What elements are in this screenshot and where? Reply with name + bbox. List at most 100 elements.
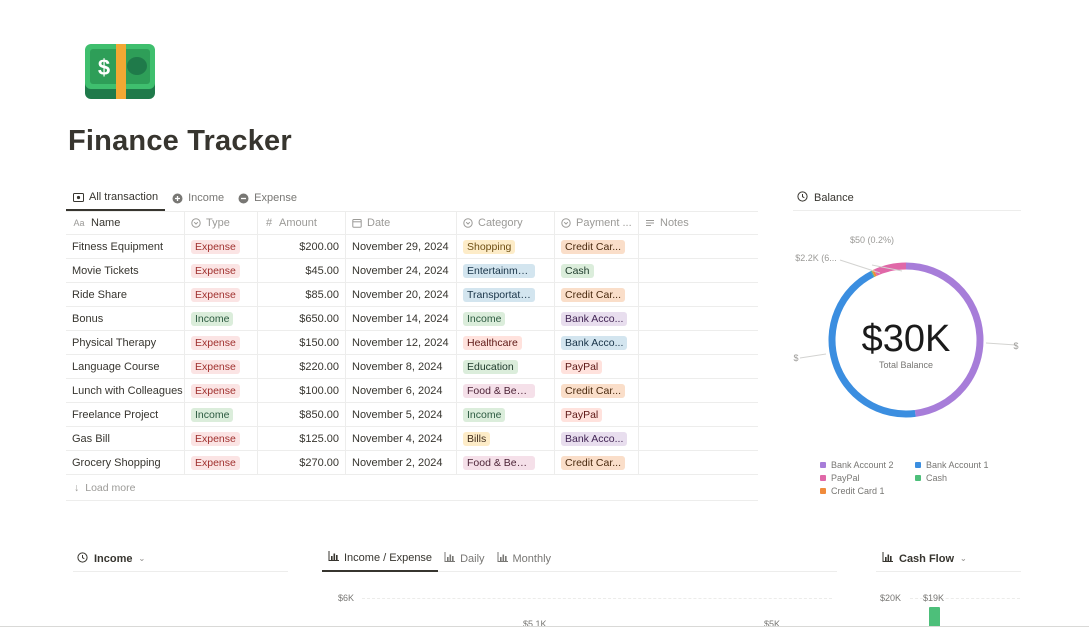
category-cell[interactable]: Education xyxy=(457,354,555,379)
name-cell[interactable]: Movie Tickets xyxy=(66,258,185,283)
type-cell[interactable]: Expense xyxy=(185,234,258,259)
payment-cell[interactable]: Cash xyxy=(555,258,639,283)
type-cell[interactable]: Income xyxy=(185,402,258,427)
amount-cell[interactable]: $270.00 xyxy=(258,450,346,475)
amount-cell[interactable]: $100.00 xyxy=(258,378,346,403)
type-cell[interactable]: Expense xyxy=(185,378,258,403)
type-cell[interactable]: Expense xyxy=(185,258,258,283)
column-header-date[interactable]: Date xyxy=(346,211,457,235)
name-cell[interactable]: Fitness Equipment xyxy=(66,234,185,259)
table-row[interactable]: Physical Therapy Expense $150.00 November 1… xyxy=(66,330,758,355)
table-row[interactable]: Bonus Income $650.00 November 14, 2024 Incom… xyxy=(66,306,758,331)
column-header-amount[interactable]: # Amount xyxy=(258,211,346,235)
amount-cell[interactable]: $200.00 xyxy=(258,234,346,259)
legend-item[interactable]: Bank Account 2 xyxy=(820,460,915,470)
category-cell[interactable]: Entertainment xyxy=(457,258,555,283)
cash-flow-chart-header[interactable]: Cash Flow ⌄ xyxy=(876,546,1021,572)
type-cell[interactable]: Expense xyxy=(185,330,258,355)
amount-cell[interactable]: $85.00 xyxy=(258,282,346,307)
table-row[interactable]: Movie Tickets Expense $45.00 November 24, 2… xyxy=(66,258,758,283)
type-cell[interactable]: Expense xyxy=(185,282,258,307)
name-cell[interactable]: Grocery Shopping xyxy=(66,450,185,475)
legend-item[interactable]: Cash xyxy=(915,473,1010,483)
amount-cell[interactable]: $650.00 xyxy=(258,306,346,331)
payment-cell[interactable]: Bank Acco... xyxy=(555,306,639,331)
column-header-category[interactable]: Category xyxy=(457,211,555,235)
name-cell[interactable]: Physical Therapy xyxy=(66,330,185,355)
type-cell[interactable]: Expense xyxy=(185,426,258,451)
notes-cell[interactable] xyxy=(639,235,758,259)
table-row[interactable]: Fitness Equipment Expense $200.00 November … xyxy=(66,234,758,259)
notes-cell[interactable] xyxy=(639,283,758,307)
amount-cell[interactable]: $850.00 xyxy=(258,402,346,427)
balance-chart-header[interactable]: Balance xyxy=(793,185,1021,211)
name-cell[interactable]: Gas Bill xyxy=(66,426,185,451)
type-cell[interactable]: Expense xyxy=(185,354,258,379)
notes-cell[interactable] xyxy=(639,379,758,403)
name-cell[interactable]: Bonus xyxy=(66,306,185,331)
tab-all-transaction[interactable]: All transaction xyxy=(66,185,166,211)
date-cell[interactable]: November 5, 2024 xyxy=(346,402,457,427)
notes-cell[interactable] xyxy=(639,307,758,331)
tab-income-expense[interactable]: Income / Expense xyxy=(322,546,439,572)
legend-item[interactable]: Bank Account 1 xyxy=(915,460,1010,470)
name-cell[interactable]: Language Course xyxy=(66,354,185,379)
notes-cell[interactable] xyxy=(639,259,758,283)
table-row[interactable]: Lunch with Colleagues Expense $100.00 Novem… xyxy=(66,378,758,403)
table-row[interactable]: Freelance Project Income $850.00 November 5… xyxy=(66,402,758,427)
donut-slice[interactable] xyxy=(871,269,877,277)
category-cell[interactable]: Income xyxy=(457,402,555,427)
category-cell[interactable]: Shopping xyxy=(457,234,555,259)
notes-cell[interactable] xyxy=(639,331,758,355)
date-cell[interactable]: November 8, 2024 xyxy=(346,354,457,379)
date-cell[interactable]: November 29, 2024 xyxy=(346,234,457,259)
category-cell[interactable]: Income xyxy=(457,306,555,331)
amount-cell[interactable]: $150.00 xyxy=(258,330,346,355)
table-row[interactable]: Language Course Expense $220.00 November 8,… xyxy=(66,354,758,379)
legend-item[interactable]: Credit Card 1 xyxy=(820,486,915,496)
table-row[interactable]: Ride Share Expense $85.00 November 20, 2024… xyxy=(66,282,758,307)
payment-cell[interactable]: PayPal xyxy=(555,402,639,427)
column-header-notes[interactable]: Notes xyxy=(639,211,758,235)
notes-cell[interactable] xyxy=(639,355,758,379)
name-cell[interactable]: Freelance Project xyxy=(66,402,185,427)
date-cell[interactable]: November 20, 2024 xyxy=(346,282,457,307)
date-cell[interactable]: November 4, 2024 xyxy=(346,426,457,451)
name-cell[interactable]: Lunch with Colleagues xyxy=(66,378,185,403)
type-cell[interactable]: Expense xyxy=(185,450,258,475)
category-cell[interactable]: Healthcare xyxy=(457,330,555,355)
category-cell[interactable]: Bills xyxy=(457,426,555,451)
category-cell[interactable]: Food & Bever... xyxy=(457,450,555,475)
income-chart-header[interactable]: Income ⌄ xyxy=(73,546,288,572)
load-more-button[interactable]: ↓ Load more xyxy=(66,475,758,501)
payment-cell[interactable]: PayPal xyxy=(555,354,639,379)
column-header-type[interactable]: Type xyxy=(185,211,258,235)
payment-cell[interactable]: Credit Car... xyxy=(555,282,639,307)
payment-cell[interactable]: Bank Acco... xyxy=(555,330,639,355)
notes-cell[interactable] xyxy=(639,427,758,451)
date-cell[interactable]: November 6, 2024 xyxy=(346,378,457,403)
dollar-banknote-icon[interactable]: $ xyxy=(85,44,155,99)
date-cell[interactable]: November 14, 2024 xyxy=(346,306,457,331)
column-header-name[interactable]: Aa Name xyxy=(66,211,185,235)
category-cell[interactable]: Food & Bever... xyxy=(457,378,555,403)
legend-item[interactable]: PayPal xyxy=(820,473,915,483)
date-cell[interactable]: November 24, 2024 xyxy=(346,258,457,283)
payment-cell[interactable]: Credit Car... xyxy=(555,378,639,403)
payment-cell[interactable]: Credit Car... xyxy=(555,450,639,475)
date-cell[interactable]: November 2, 2024 xyxy=(346,450,457,475)
amount-cell[interactable]: $125.00 xyxy=(258,426,346,451)
notes-cell[interactable] xyxy=(639,403,758,427)
table-row[interactable]: Grocery Shopping Expense $270.00 November 2… xyxy=(66,450,758,475)
table-row[interactable]: Gas Bill Expense $125.00 November 4, 2024 Bi… xyxy=(66,426,758,451)
tab-income[interactable]: Income xyxy=(165,185,231,211)
payment-cell[interactable]: Bank Acco... xyxy=(555,426,639,451)
amount-cell[interactable]: $220.00 xyxy=(258,354,346,379)
type-cell[interactable]: Income xyxy=(185,306,258,331)
tab-monthly[interactable]: Monthly xyxy=(491,546,558,572)
notes-cell[interactable] xyxy=(639,451,758,475)
name-cell[interactable]: Ride Share xyxy=(66,282,185,307)
tab-expense[interactable]: Expense xyxy=(231,185,304,211)
payment-cell[interactable]: Credit Car... xyxy=(555,234,639,259)
amount-cell[interactable]: $45.00 xyxy=(258,258,346,283)
